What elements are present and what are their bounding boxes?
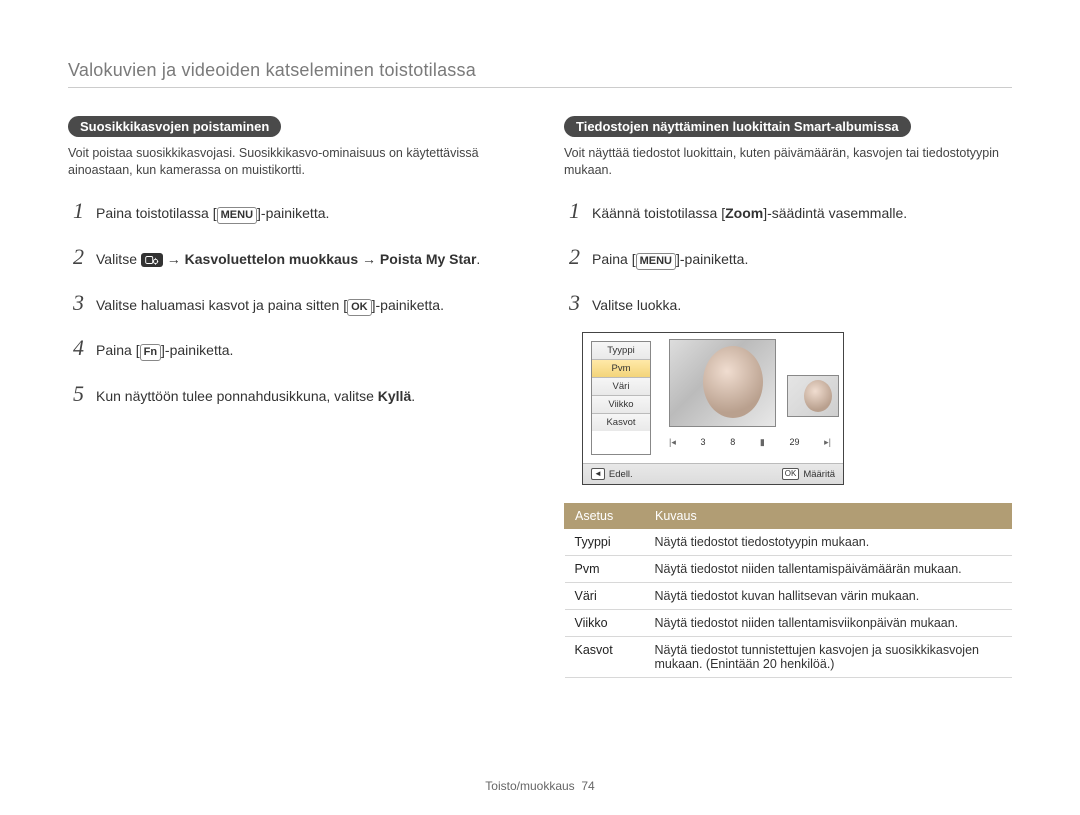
back-key-icon: ◄ [591,468,605,480]
page-title: Valokuvien ja videoiden katseleminen toi… [68,60,1012,81]
table-cell-setting: Kasvot [565,637,645,678]
timeline-strip: |◂ 3 8 ▮ 29 ▸| [669,433,831,451]
table-cell-desc: Näytä tiedostot kuvan hallitsevan värin … [645,583,1012,610]
step-text: Paina [Fn]-painiketta. [96,340,233,361]
table-header: Kuvaus [645,504,1012,529]
left-intro: Voit poistaa suosikkikasvojasi. Suosikki… [68,145,516,179]
screenshot-menu-item: Kasvot [592,414,650,431]
ok-key-icon: OK [782,468,800,480]
footer-page-number: 74 [581,779,594,793]
table-cell-desc: Näytä tiedostot tunnistettujen kasvojen … [645,637,1012,678]
step-number: 3 [68,287,84,319]
table-row: Kasvot Näytä tiedostot tunnistettujen ka… [565,637,1012,678]
menu-key: MENU [636,253,676,270]
footer-section: Toisto/muokkaus [485,779,574,793]
step-number: 2 [68,241,84,273]
step-text: Paina toistotilassa [MENU]-painiketta. [96,203,329,224]
strip-start-icon: |◂ [669,437,676,448]
screenshot-menu-item-selected: Pvm [592,360,650,378]
screenshot-menu-item: Väri [592,378,650,396]
table-cell-desc: Näytä tiedostot niiden tallentamisviikon… [645,610,1012,637]
step-number: 3 [564,287,580,319]
screenshot-preview: |◂ 3 8 ▮ 29 ▸| [659,339,835,457]
step-number: 1 [68,195,84,227]
page-footer: Toisto/muokkaus 74 [0,779,1080,793]
step-text: Kun näyttöön tulee ponnahdusikkuna, vali… [96,386,415,406]
table-cell-desc: Näytä tiedostot niiden tallentamispäiväm… [645,556,1012,583]
table-cell-setting: Viikko [565,610,645,637]
table-row: Väri Näytä tiedostot kuvan hallitsevan v… [565,583,1012,610]
thumbnail-large [669,339,776,427]
table-row: Tyyppi Näytä tiedostot tiedostotyypin mu… [565,529,1012,556]
step-number: 2 [564,241,580,273]
section-pill-right: Tiedostojen näyttäminen luokittain Smart… [564,116,911,137]
screenshot-menu: Tyyppi Pvm Väri Viikko Kasvot [591,341,651,455]
table-cell-setting: Väri [565,583,645,610]
section-pill-left: Suosikkikasvojen poistaminen [68,116,281,137]
menu-key: MENU [217,207,257,224]
table-cell-desc: Näytä tiedostot tiedostotyypin mukaan. [645,529,1012,556]
screenshot-footer: ◄ Edell. OK Määritä [583,463,843,484]
table-row: Pvm Näytä tiedostot niiden tallentamispä… [565,556,1012,583]
right-intro: Voit näyttää tiedostot luokittain, kuten… [564,145,1012,179]
step-text: Valitse luokka. [592,295,681,315]
strip-value: 8 [730,437,735,447]
step-text: Valitse haluamasi kasvot ja paina sitten… [96,295,444,316]
right-steps: 1 Käännä toistotilassa [Zoom]-säädintä v… [564,195,1012,319]
screenshot-menu-item: Tyyppi [592,342,650,360]
left-steps: 1 Paina toistotilassa [MENU]-painiketta.… [68,195,516,410]
camera-screenshot: Tyyppi Pvm Väri Viikko Kasvot |◂ 3 8 [582,332,844,485]
thumbnail-small [787,375,839,417]
footer-right: OK Määritä [782,468,835,480]
table-cell-setting: Pvm [565,556,645,583]
strip-value: 29 [789,437,799,447]
face-icon [804,380,832,412]
strip-cursor-icon: ▮ [760,437,765,448]
settings-table: Asetus Kuvaus Tyyppi Näytä tiedostot tie… [564,503,1012,678]
step-text: Valitse → Kasvoluettelon muokkaus → Pois… [96,249,480,269]
footer-left: ◄ Edell. [591,468,633,480]
step-number: 1 [564,195,580,227]
strip-value: 3 [701,437,706,447]
title-rule [68,87,1012,88]
step-text: Käännä toistotilassa [Zoom]-säädintä vas… [592,203,907,223]
screenshot-menu-item: Viikko [592,396,650,414]
table-header: Asetus [565,504,645,529]
ok-key: OK [347,299,372,316]
strip-end-icon: ▸| [824,437,831,448]
right-column: Tiedostojen näyttäminen luokittain Smart… [564,116,1012,678]
step-number: 4 [68,332,84,364]
left-column: Suosikkikasvojen poistaminen Voit poista… [68,116,516,678]
step-number: 5 [68,378,84,410]
face-icon [703,346,763,418]
settings-chip-icon [141,253,163,267]
fn-key: Fn [140,344,161,361]
table-row: Viikko Näytä tiedostot niiden tallentami… [565,610,1012,637]
step-text: Paina [MENU]-painiketta. [592,249,748,270]
table-cell-setting: Tyyppi [565,529,645,556]
